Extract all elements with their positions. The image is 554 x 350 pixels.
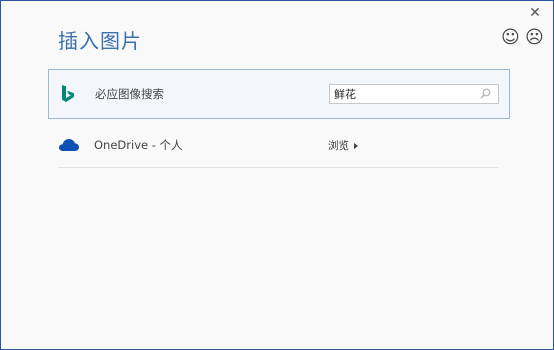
browse-label: 浏览	[328, 140, 349, 152]
close-icon[interactable]: ✕	[527, 5, 543, 21]
onedrive-label: OneDrive - 个人	[94, 138, 183, 152]
cloud-icon	[58, 135, 80, 155]
browse-button[interactable]: 浏览	[328, 138, 358, 153]
bing-search-box[interactable]	[329, 84, 499, 104]
onedrive-row[interactable]: OneDrive - 个人 浏览	[58, 123, 498, 168]
bing-icon	[59, 84, 77, 104]
smile-icon[interactable]: ☺	[501, 29, 520, 47]
dialog-title: 插入图片	[58, 29, 142, 53]
chevron-right-icon	[354, 142, 358, 149]
search-icon[interactable]	[480, 88, 492, 100]
bing-search-label: 必应图像搜索	[95, 87, 164, 101]
feedback-icons: ☺ ☹	[501, 29, 544, 47]
bing-search-input[interactable]	[330, 87, 478, 101]
bing-image-search-row[interactable]: 必应图像搜索	[48, 69, 510, 119]
frown-icon[interactable]: ☹	[525, 29, 544, 47]
insert-pictures-dialog: ✕ 插入图片 ☺ ☹ 必应图像搜索 O	[0, 0, 554, 350]
